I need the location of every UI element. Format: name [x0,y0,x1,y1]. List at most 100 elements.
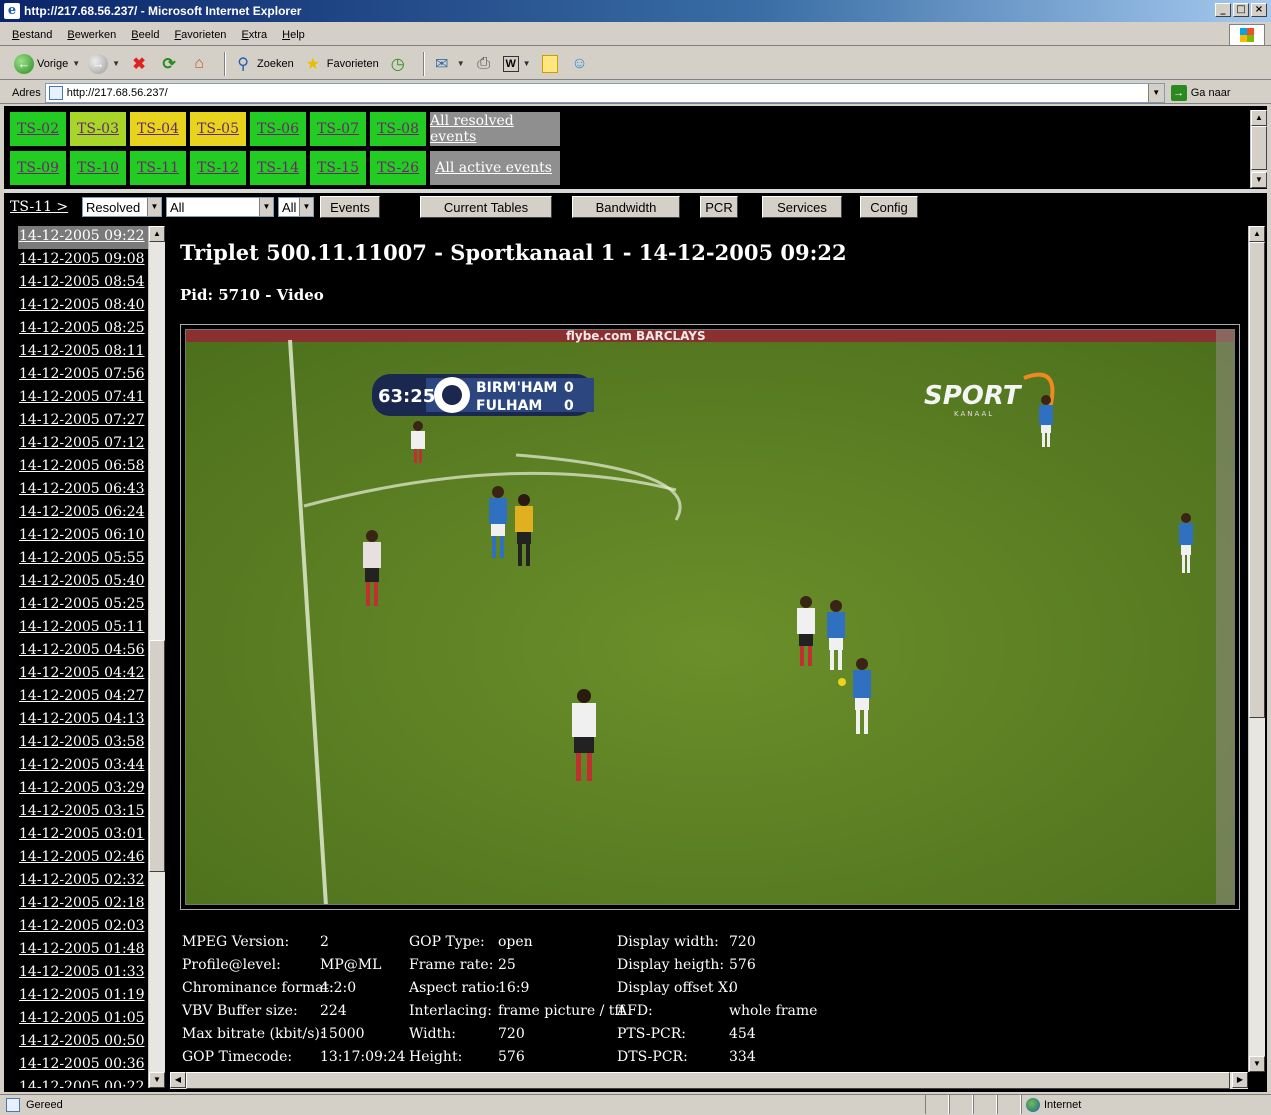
menu-favorieten[interactable]: Favorieten [174,29,226,41]
search-button[interactable]: ⚲ Zoeken [232,53,294,75]
ts-button[interactable]: TS-07 [310,112,366,146]
menu-bewerken[interactable]: Bewerken [67,29,116,41]
ts-button[interactable]: TS-10 [70,151,126,185]
event-link[interactable]: 14-12-2005 06:24 [18,502,150,525]
scroll-right-arrow[interactable]: ▶ [1232,1072,1248,1088]
ts-button[interactable]: TS-12 [190,151,246,185]
event-link[interactable]: 14-12-2005 01:19 [18,985,150,1008]
event-link[interactable]: 14-12-2005 01:05 [18,1008,150,1031]
event-link[interactable]: 14-12-2005 02:32 [18,870,150,893]
forward-button[interactable]: → ▼ [88,53,120,74]
event-link[interactable]: 14-12-2005 02:03 [18,916,150,939]
event-link[interactable]: 14-12-2005 08:40 [18,295,150,318]
event-link[interactable]: 14-12-2005 06:10 [18,525,150,548]
event-link[interactable]: 14-12-2005 08:11 [18,341,150,364]
messenger-button[interactable]: ☺ [569,53,591,75]
print-button[interactable]: ⎙ [473,53,495,75]
events-button[interactable]: Events [320,196,380,218]
status-select[interactable]: Resolved ▼ [82,197,162,217]
event-link[interactable]: 14-12-2005 09:22 [18,226,150,249]
event-link[interactable]: 14-12-2005 09:08 [18,249,150,272]
ts-button[interactable]: TS-04 [130,112,186,146]
maximize-button[interactable]: □ [1233,3,1249,17]
event-link[interactable]: 14-12-2005 07:56 [18,364,150,387]
scroll-up-arrow[interactable]: ▲ [1249,226,1265,242]
services-button[interactable]: Services [762,196,842,218]
scroll-left-arrow[interactable]: ◀ [170,1072,186,1088]
event-link[interactable]: 14-12-2005 04:42 [18,663,150,686]
all-resolved-events-link[interactable]: All resolved events [430,112,560,146]
top-frame-scrollbar[interactable]: ▲ ▼ [1250,110,1267,188]
event-link[interactable]: 14-12-2005 03:01 [18,824,150,847]
chevron-down-icon[interactable]: ▼ [72,59,80,68]
mail-button[interactable]: ✉ ▼ [431,53,465,75]
ts-button[interactable]: TS-15 [310,151,366,185]
back-button[interactable]: ← Vorige ▼ [14,53,80,74]
ts-button[interactable]: TS-11 [130,151,186,185]
event-link[interactable]: 14-12-2005 04:27 [18,686,150,709]
menu-extra[interactable]: Extra [241,29,267,41]
event-link[interactable]: 14-12-2005 08:54 [18,272,150,295]
edit-button[interactable]: W ▼ [502,55,531,72]
menu-beeld[interactable]: Beeld [131,29,159,41]
event-link[interactable]: 14-12-2005 05:55 [18,548,150,571]
ts-button[interactable]: TS-03 [70,112,126,146]
event-link[interactable]: 14-12-2005 07:27 [18,410,150,433]
event-link[interactable]: 14-12-2005 00:50 [18,1031,150,1054]
current-tables-button[interactable]: Current Tables [420,196,552,218]
event-link[interactable]: 14-12-2005 05:25 [18,594,150,617]
event-link[interactable]: 14-12-2005 07:12 [18,433,150,456]
scroll-up-arrow[interactable]: ▲ [1251,110,1267,126]
history-button[interactable]: ◷ [387,53,409,75]
discuss-button[interactable] [539,53,561,75]
event-link[interactable]: 14-12-2005 05:11 [18,617,150,640]
event-link[interactable]: 14-12-2005 01:33 [18,962,150,985]
ts-button[interactable]: TS-09 [10,151,66,185]
scroll-down-arrow[interactable]: ▼ [1251,172,1267,188]
go-button[interactable]: → Ga naar [1170,84,1231,101]
ts-button[interactable]: TS-05 [190,112,246,146]
event-link[interactable]: 14-12-2005 06:58 [18,456,150,479]
menu-help[interactable]: Help [282,29,305,41]
event-link[interactable]: 14-12-2005 03:44 [18,755,150,778]
menu-bestand[interactable]: Bestand [12,29,52,41]
address-dropdown[interactable]: ▼ [1147,83,1164,102]
bandwidth-button[interactable]: Bandwidth [572,196,680,218]
minimize-button[interactable]: _ [1215,3,1231,17]
event-link[interactable]: 14-12-2005 05:40 [18,571,150,594]
event-link[interactable]: 14-12-2005 06:43 [18,479,150,502]
ts-button[interactable]: TS-14 [250,151,306,185]
pcr-button[interactable]: PCR [700,196,738,218]
event-link[interactable]: 14-12-2005 02:46 [18,847,150,870]
event-link[interactable]: 14-12-2005 03:15 [18,801,150,824]
ts-button[interactable]: TS-06 [250,112,306,146]
ts-button[interactable]: TS-02 [10,112,66,146]
address-input[interactable]: http://217.68.56.237/ ▼ [44,82,1165,103]
main-panel-hscrollbar[interactable]: ◀ ▶ [170,1072,1248,1089]
ts-button[interactable]: TS-26 [370,151,426,185]
scroll-up-arrow[interactable]: ▲ [149,226,165,242]
event-link[interactable]: 14-12-2005 00:22 [18,1077,150,1088]
close-button[interactable]: × [1251,3,1267,17]
scroll-down-arrow[interactable]: ▼ [149,1072,165,1088]
main-panel-scrollbar[interactable]: ▲ ▼ [1248,226,1265,1072]
event-link[interactable]: 14-12-2005 08:25 [18,318,150,341]
chevron-down-icon[interactable]: ▼ [457,59,465,68]
stop-button[interactable]: ✖ [128,53,150,75]
scroll-down-arrow[interactable]: ▼ [1249,1056,1265,1072]
chevron-down-icon[interactable]: ▼ [523,59,531,68]
event-link[interactable]: 14-12-2005 00:36 [18,1054,150,1077]
event-link[interactable]: 14-12-2005 01:48 [18,939,150,962]
event-link[interactable]: 14-12-2005 04:13 [18,709,150,732]
event-link[interactable]: 14-12-2005 07:41 [18,387,150,410]
event-link[interactable]: 14-12-2005 03:58 [18,732,150,755]
home-button[interactable]: ⌂ [188,53,210,75]
scroll-thumb[interactable] [1251,126,1267,170]
config-button[interactable]: Config [860,196,918,218]
all-active-events-link[interactable]: All active events [430,151,560,185]
event-link[interactable]: 14-12-2005 02:18 [18,893,150,916]
all-select[interactable]: All ▼ [278,197,314,217]
ts-button[interactable]: TS-08 [370,112,426,146]
favorites-button[interactable]: ★ Favorieten [302,53,379,75]
scroll-thumb[interactable] [149,640,165,872]
